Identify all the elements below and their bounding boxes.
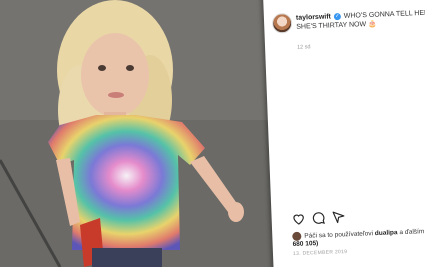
liked-prefix: Páči sa to používateľovi <box>304 230 374 240</box>
post-caption: taylorswift ✓ WHO'S GONNA TELL HER SHE'S… <box>296 9 425 32</box>
verified-badge-icon: ✓ <box>333 12 342 20</box>
post-header: taylorswift ✓ WHO'S GONNA TELL HER SHE'S… <box>271 8 425 51</box>
action-bar <box>291 209 371 226</box>
comment-icon[interactable] <box>311 211 326 226</box>
cake-emoji: 🎂 <box>367 20 377 28</box>
profile-avatar[interactable] <box>271 12 293 34</box>
screenshot-stage: taylorswift ✓ WHO'S GONNA TELL HER SHE'S… <box>0 0 425 267</box>
liker-avatar <box>292 231 302 242</box>
heart-icon[interactable] <box>291 212 306 227</box>
username-link[interactable]: taylorswift <box>296 13 331 21</box>
post-date: 13. DECEMBER 2019 <box>292 248 348 258</box>
liked-suffix: a ďalším <box>397 228 425 237</box>
child-photo-illustration <box>0 0 280 267</box>
post-side-panel: taylorswift ✓ WHO'S GONNA TELL HER SHE'S… <box>263 0 425 267</box>
share-icon[interactable] <box>331 210 346 225</box>
liked-by-line: Páči sa to používateľovi dualipa a ďalší… <box>292 226 425 249</box>
post-photo[interactable] <box>0 0 280 267</box>
liked-user-link[interactable]: dualipa <box>375 229 398 237</box>
post-time-ago: 12 sd <box>296 44 311 51</box>
